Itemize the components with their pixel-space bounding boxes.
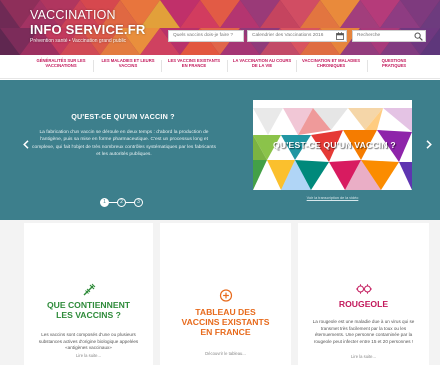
- calendar-icon: [336, 32, 344, 40]
- card-description: La rougeole est une maladie due à un vir…: [312, 319, 415, 344]
- chevron-right-icon: [426, 140, 432, 149]
- site-logo[interactable]: VACCINATION INFO SERVICE.FR Prévention s…: [30, 9, 145, 44]
- main-navigation: GÉNÉRALITÉS SUR LES VACCINATIONS LES MAL…: [0, 55, 440, 79]
- carousel-next-button[interactable]: [426, 140, 432, 152]
- card-title: QUE CONTIENNENT LES VACCINS ?: [24, 300, 153, 320]
- site-header: VACCINATION INFO SERVICE.FR Prévention s…: [0, 0, 440, 55]
- nav-divider: [227, 60, 228, 72]
- carousel-prev-button[interactable]: [23, 140, 29, 152]
- hero-title: QU'EST-CE QU'UN VACCIN ?: [71, 112, 175, 121]
- carousel-dot-1[interactable]: 1: [100, 198, 109, 207]
- nav-divider: [296, 60, 297, 72]
- logo-line-1: VACCINATION: [30, 8, 116, 22]
- calendar-link[interactable]: Calendrier des Vaccinations 2016: [247, 30, 347, 42]
- search-icon[interactable]: [414, 32, 423, 41]
- card-title: TABLEAU DES VACCINS EXISTANTS EN FRANCE: [160, 307, 291, 337]
- nav-item-questions-pratiques[interactable]: QUESTIONS PRATIQUES: [372, 58, 416, 68]
- nav-item-vaccination-vie[interactable]: LA VACCINATION AU COURS DE LA VIE: [232, 58, 292, 68]
- logo-line-2: INFO SERVICE.FR: [30, 21, 146, 37]
- carousel-dot-2[interactable]: 2: [117, 198, 126, 207]
- card-title-line: EN FRANCE: [200, 327, 251, 337]
- featured-cards-section: QUE CONTIENNENT LES VACCINS ? Les vaccin…: [0, 220, 440, 365]
- video-player[interactable]: QU'EST-CE QU'UN VACCIN ?: [253, 100, 412, 190]
- carousel-pagination: 1 2 3: [100, 198, 148, 208]
- card-title-line: QUE CONTIENNENT: [46, 300, 131, 310]
- card-title-line: LES VACCINS ?: [56, 310, 121, 320]
- nav-divider: [367, 60, 368, 72]
- card-measles[interactable]: ROUGEOLE La rougeole est une maladie due…: [298, 223, 429, 365]
- card-title: ROUGEOLE: [338, 299, 389, 309]
- calendar-label: Calendrier des Vaccinations 2016: [252, 33, 324, 38]
- pagination-connector: [109, 202, 117, 203]
- video-transcript-link[interactable]: Voir la transcription de la vidéo: [253, 196, 412, 200]
- virus-icon: [355, 284, 372, 294]
- nav-item-generalites[interactable]: GÉNÉRALITÉS SUR LES VACCINATIONS: [36, 58, 86, 68]
- hero-carousel: QU'EST-CE QU'UN VACCIN ? La fabrication …: [0, 80, 440, 220]
- card-title-line: TABLEAU DES: [195, 307, 256, 317]
- card-read-more-link[interactable]: Lire la suite...: [24, 353, 153, 358]
- card-vaccine-contents[interactable]: QUE CONTIENNENT LES VACCINS ? Les vaccin…: [24, 223, 153, 365]
- card-title-line: VACCINS EXISTANTS: [181, 317, 270, 327]
- vaccine-finder-placeholder: Quels vaccins dois-je faire ?: [173, 33, 233, 38]
- card-description: Les vaccins sont composés d'une ou plusi…: [38, 332, 139, 351]
- nav-item-maladies-chroniques[interactable]: VACCINATION ET MALADIES CHRONIQUES: [300, 58, 362, 68]
- card-discover-link[interactable]: Découvrir le tableau...: [160, 351, 291, 356]
- vaccine-finder-input[interactable]: Quels vaccins dois-je faire ?: [168, 30, 244, 42]
- chevron-left-icon: [23, 140, 29, 149]
- nav-divider: [161, 60, 162, 72]
- hero-description: La fabrication d'un vaccin se déroule en…: [32, 130, 216, 158]
- logo-tagline: Prévention santé • Vaccination grand pub…: [30, 37, 127, 44]
- card-vaccine-table[interactable]: TABLEAU DES VACCINS EXISTANTS EN FRANCE …: [160, 223, 291, 365]
- search-input[interactable]: Recherche: [352, 30, 426, 42]
- pagination-connector: [126, 202, 134, 203]
- syringe-icon: [83, 283, 95, 296]
- carousel-dot-3[interactable]: 3: [134, 198, 143, 207]
- nav-item-maladies[interactable]: LES MALADIES ET LEURS VACCINS: [100, 58, 156, 68]
- nav-item-vaccins-existants[interactable]: LES VACCINS EXISTANTS EN FRANCE: [166, 58, 222, 68]
- card-read-more-link[interactable]: Lire la suite...: [298, 354, 429, 359]
- video-title: QU'EST-CE QU'UN VACCIN ?: [273, 140, 396, 150]
- nav-divider: [93, 60, 94, 72]
- search-placeholder: Recherche: [357, 33, 381, 38]
- video-top-bar: [253, 100, 412, 108]
- plus-circle-icon: [219, 289, 232, 302]
